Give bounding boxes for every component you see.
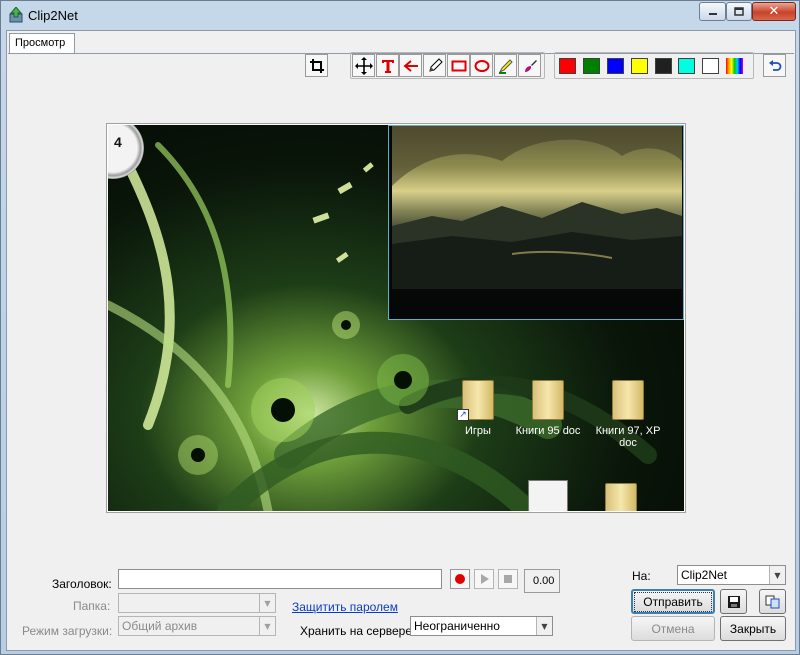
text-icon — [381, 59, 394, 73]
close-button[interactable]: Закрыть — [720, 616, 786, 641]
title-input[interactable] — [118, 569, 442, 589]
store-duration-value: Неограниченно — [414, 619, 500, 633]
record-icon — [455, 574, 465, 584]
minimize-button[interactable] — [699, 2, 726, 21]
color-swatch-black[interactable] — [655, 58, 672, 74]
store-on-server-label: Хранить на сервере: — [300, 624, 416, 638]
maximize-icon — [734, 7, 744, 16]
close-icon: ✕ — [768, 4, 780, 19]
ellipse-icon — [474, 59, 489, 72]
folder-icon — [605, 483, 637, 511]
color-swatch-blue[interactable] — [607, 58, 624, 74]
color-swatch-red[interactable] — [559, 58, 576, 74]
rectangle-tool-button[interactable] — [447, 54, 470, 77]
desktop-icon-label: Книги 95 doc — [515, 425, 581, 437]
folder-label: Папка: — [73, 599, 111, 613]
crop-icon — [309, 58, 324, 73]
upload-mode-value: Общий архив — [122, 619, 198, 633]
copy-button[interactable] — [759, 589, 786, 614]
clock-digit-4: 4 — [114, 134, 122, 150]
move-icon — [354, 56, 373, 75]
app-window: Clip2Net ✕ Просмотр 4 ↗ Игры Книги 95 do… — [0, 0, 800, 655]
client-area: Просмотр 4 ↗ Игры Книги 95 doc Книги 97,… — [6, 30, 796, 651]
undo-button[interactable] — [763, 54, 786, 77]
desktop-icon-books-97[interactable]: Книги 97, XP doc — [586, 380, 670, 449]
move-tool-button[interactable] — [352, 54, 375, 77]
color-swatch-green[interactable] — [583, 58, 600, 74]
landscape-window — [388, 125, 684, 320]
upload-mode-select[interactable]: Общий архив ▼ — [118, 616, 276, 636]
folder-icon: ↗ — [457, 380, 494, 421]
title-label: Заголовок: — [52, 577, 112, 591]
tab-preview[interactable]: Просмотр — [9, 33, 75, 54]
ellipse-tool-button[interactable] — [470, 54, 493, 77]
color-swatch-yellow[interactable] — [631, 58, 648, 74]
rectangle-icon — [451, 60, 466, 71]
highlighter-icon — [498, 58, 513, 74]
save-icon — [727, 595, 740, 608]
pencil-icon — [428, 57, 443, 72]
shortcut-arrow-icon: ↗ — [457, 409, 469, 421]
protect-with-password-link[interactable]: Защитить паролем — [292, 600, 398, 614]
destination-select[interactable]: Clip2Net ▼ — [677, 565, 786, 585]
upload-mode-label: Режим загрузки: — [22, 624, 113, 638]
arrow-icon — [402, 59, 418, 72]
clip2net-icon — [9, 7, 23, 23]
desktop-icon-label: Игры — [465, 425, 491, 437]
close-window-button[interactable]: ✕ — [752, 2, 796, 21]
destination-label: На: — [632, 569, 651, 583]
stop-button[interactable] — [498, 569, 518, 589]
document-icon — [528, 480, 568, 511]
send-button-label: Отправить — [634, 591, 712, 612]
text-tool-button[interactable] — [376, 54, 399, 77]
color-palette-picker[interactable] — [726, 58, 743, 74]
chevron-down-icon: ▼ — [259, 594, 275, 612]
recording-timer: 0.00 — [524, 569, 560, 593]
preview-image: 3 4 ↗ — [108, 125, 684, 511]
destination-value: Clip2Net — [681, 568, 728, 582]
store-duration-select[interactable]: Неограниченно ▼ — [410, 616, 553, 636]
desktop-icon-books-95[interactable]: Книги 95 doc — [508, 380, 588, 437]
chevron-down-icon: ▼ — [769, 566, 785, 584]
blur-brush-icon — [524, 59, 537, 72]
record-button[interactable] — [450, 569, 470, 589]
folder-icon — [612, 380, 644, 420]
chevron-down-icon: ▼ — [259, 617, 275, 635]
send-button[interactable]: Отправить — [631, 589, 715, 614]
stop-icon — [504, 575, 512, 583]
play-icon — [481, 574, 489, 584]
chevron-down-icon: ▼ — [536, 617, 552, 635]
folder-icon — [532, 380, 564, 420]
color-swatch-cyan[interactable] — [678, 58, 695, 74]
maximize-button[interactable] — [726, 2, 752, 21]
desktop-icon-games[interactable]: ↗ Игры — [438, 380, 518, 437]
highlighter-tool-button[interactable] — [494, 54, 517, 77]
folder-select[interactable]: ▼ — [118, 593, 276, 613]
cancel-button[interactable]: Отмена — [631, 616, 715, 641]
save-button[interactable] — [720, 589, 747, 614]
arrow-tool-button[interactable] — [399, 54, 422, 77]
landscape-photo — [392, 126, 682, 289]
screenshot-preview[interactable]: 3 4 ↗ — [106, 123, 686, 513]
undo-icon — [768, 59, 781, 71]
play-button[interactable] — [474, 569, 494, 589]
title-bar[interactable]: Clip2Net ✕ — [1, 1, 799, 29]
brush-tool-button[interactable] — [518, 54, 541, 77]
copy-icon — [765, 595, 779, 608]
crop-tool-button[interactable] — [305, 54, 328, 77]
pencil-tool-button[interactable] — [423, 54, 446, 77]
minimize-icon — [708, 12, 717, 15]
desktop-icon-label: Книги 97, XP doc — [595, 425, 661, 449]
window-title: Clip2Net — [28, 8, 78, 23]
color-swatch-white[interactable] — [702, 58, 719, 74]
